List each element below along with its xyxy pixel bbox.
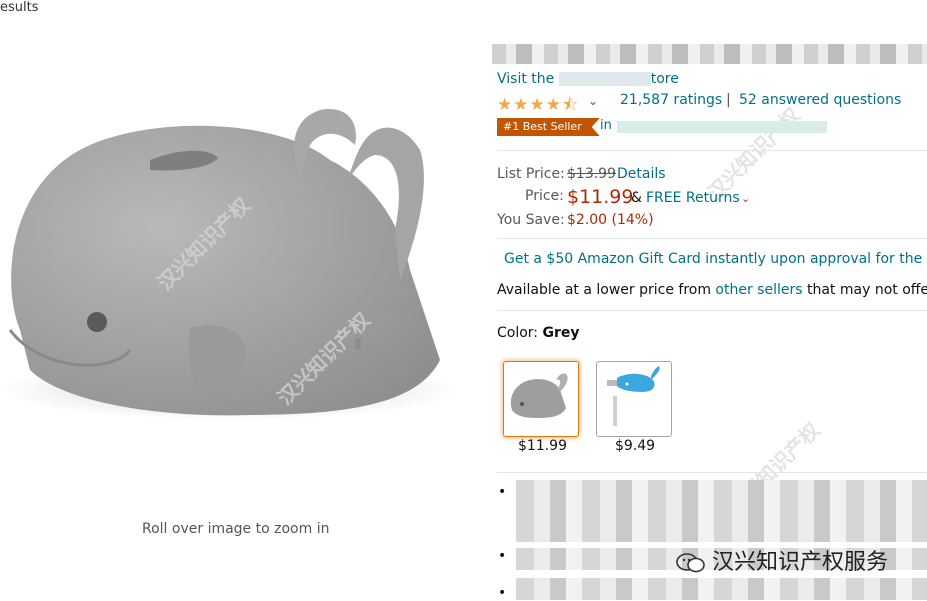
list-price-value: $13.99: [567, 166, 616, 182]
bullet-marker: •: [498, 585, 507, 601]
breadcrumb-results[interactable]: esults: [0, 0, 39, 15]
swatch-price: $11.99: [518, 438, 567, 454]
swatch-grey-image: [510, 373, 568, 418]
star-rating-icon[interactable]: ★★★★⯪: [497, 92, 579, 121]
you-save-value: $2.00 (14%): [567, 212, 654, 228]
brand-watermark-text: 汉兴知识产权服务: [712, 550, 889, 575]
zoom-hint: Roll over image to zoom in: [142, 521, 330, 537]
divider: [497, 150, 927, 151]
divider: [497, 238, 927, 239]
store-link[interactable]: Visit the tore: [497, 71, 679, 87]
color-label-text: Color:: [497, 325, 543, 341]
ratings-count-link[interactable]: 21,587 ratings: [620, 92, 722, 108]
bullet-text-redacted: [516, 578, 927, 600]
divider: [497, 310, 927, 311]
store-prefix: Visit the: [497, 71, 555, 87]
price-label: Price:: [525, 188, 564, 204]
bullet-marker: •: [498, 484, 507, 500]
swatch-grey[interactable]: [503, 361, 579, 437]
answered-questions-link[interactable]: 52 answered questions: [739, 92, 901, 108]
color-value: Grey: [542, 325, 580, 341]
brand-watermark: 汉兴知识产权服务: [676, 544, 888, 576]
free-returns-link[interactable]: FREE Returns: [646, 190, 740, 206]
swatch-blue[interactable]: [596, 361, 672, 437]
chevron-down-icon[interactable]: ⌄: [741, 192, 750, 205]
availability-pre: Available at a lower price from: [497, 282, 716, 298]
price-amp: &: [631, 190, 642, 206]
other-sellers-link[interactable]: other sellers: [715, 282, 802, 298]
availability-text: Available at a lower price from other se…: [497, 282, 927, 298]
swatch-price: $9.49: [615, 438, 656, 454]
store-name-redacted: [558, 72, 651, 86]
store-suffix: tore: [650, 71, 679, 87]
chevron-down-icon[interactable]: ⌄: [588, 94, 598, 108]
bullet-text-redacted: [516, 480, 927, 542]
ratings-separator: |: [726, 92, 731, 108]
bullet-marker: •: [498, 548, 507, 564]
color-label: Color: Grey: [497, 325, 580, 341]
best-seller-badge: #1 Best Seller: [497, 118, 600, 136]
divider: [497, 472, 927, 473]
best-seller-category-redacted[interactable]: [617, 121, 827, 133]
gift-card-offer-link[interactable]: Get a $50 Amazon Gift Card instantly upo…: [504, 251, 927, 267]
swatch-blue-image: [607, 366, 660, 426]
product-image[interactable]: [0, 30, 470, 470]
list-price-details-link[interactable]: Details: [617, 166, 666, 182]
whale-spout-cover-image: [0, 109, 460, 420]
price-value: $11.99: [567, 186, 634, 208]
wechat-icon: [676, 552, 706, 574]
you-save-label: You Save:: [497, 212, 565, 228]
availability-post: that may not offer fr: [806, 282, 927, 298]
best-seller-in: in: [600, 118, 612, 133]
list-price-label: List Price:: [497, 166, 565, 182]
product-title-redacted: [492, 44, 927, 64]
